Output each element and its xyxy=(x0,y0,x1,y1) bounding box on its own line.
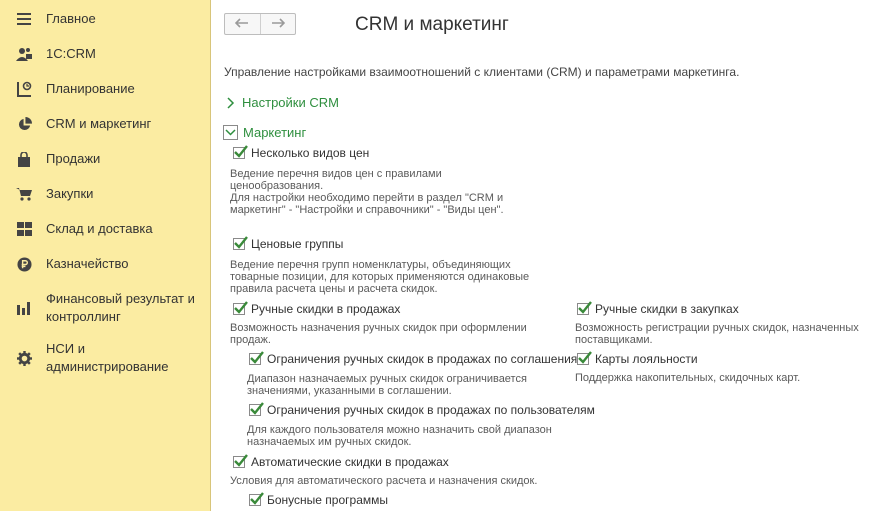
ruble-coin-icon xyxy=(16,256,32,272)
sidebar-item-sales[interactable]: Продажи xyxy=(0,150,210,168)
checkbox-checked-icon xyxy=(249,402,264,416)
gear-icon xyxy=(16,350,32,366)
checkbox-checked-icon xyxy=(249,492,264,506)
forward-button[interactable] xyxy=(259,14,296,34)
bonus-programs-checkbox[interactable]: Бонусные программы xyxy=(249,492,388,507)
checkbox-checked-icon xyxy=(577,351,592,365)
history-nav xyxy=(224,13,296,35)
arrow-right-icon xyxy=(271,17,285,31)
sidebar-item-purchases[interactable]: Закупки xyxy=(0,185,210,203)
marketing-group-label: Маркетинг xyxy=(243,125,307,140)
sidebar: Главное 1С:CRM Планирование CRM и маркет… xyxy=(0,0,211,511)
sidebar-item-label: 1С:CRM xyxy=(46,46,96,61)
sidebar-item-admin[interactable]: НСИ и администрирование xyxy=(0,340,210,376)
limit-by-users-checkbox[interactable]: Ограничения ручных скидок в продажах по … xyxy=(249,402,595,417)
main-panel: CRM и маркетинг Управление настройками в… xyxy=(211,0,871,511)
pie-chart-icon xyxy=(16,116,32,132)
crm-settings-group-label: Настройки CRM xyxy=(242,95,339,110)
planning-chart-icon xyxy=(16,81,32,97)
checkbox-checked-icon xyxy=(233,236,248,250)
manual-discounts-sales-checkbox[interactable]: Ручные скидки в продажах xyxy=(233,301,400,316)
sidebar-item-label: Склад и доставка xyxy=(46,221,153,236)
multi-price-checkbox[interactable]: Несколько видов цен xyxy=(233,145,369,160)
sidebar-item-crm-marketing[interactable]: CRM и маркетинг xyxy=(0,115,210,133)
shopping-bag-icon xyxy=(16,151,32,167)
checkbox-checked-icon xyxy=(233,454,248,468)
limit-by-agreements-checkbox[interactable]: Ограничения ручных скидок в продажах по … xyxy=(249,351,586,366)
sidebar-item-planning[interactable]: Планирование xyxy=(0,80,210,98)
sidebar-item-label: Планирование xyxy=(46,81,135,96)
sidebar-item-financial-result[interactable]: Финансовый результат и контроллинг xyxy=(0,290,210,326)
sidebar-item-main[interactable]: Главное xyxy=(0,10,210,28)
sidebar-item-warehouse[interactable]: Склад и доставка xyxy=(0,220,210,238)
crm-settings-group-toggle[interactable]: Настройки CRM xyxy=(227,95,339,110)
manual-discounts-purchases-hint: Возможность регистрации ручных скидок, н… xyxy=(575,322,859,346)
checkbox-checked-icon xyxy=(249,351,264,365)
chevron-right-icon xyxy=(227,96,235,109)
limit-by-users-hint: Для каждого пользователя можно назначить… xyxy=(247,424,552,448)
sidebar-item-label: Закупки xyxy=(46,186,94,201)
back-button[interactable] xyxy=(225,14,260,34)
page-title: CRM и маркетинг xyxy=(355,14,509,35)
price-groups-checkbox[interactable]: Ценовые группы xyxy=(233,236,343,251)
page-description: Управление настройками взаимоотношений с… xyxy=(224,65,740,79)
sidebar-item-label: Финансовый результат и контроллинг xyxy=(46,291,195,324)
arrow-left-icon xyxy=(235,17,249,31)
sidebar-item-label: CRM и маркетинг xyxy=(46,116,152,131)
price-groups-hint: Ведение перечня групп номенклатуры, объе… xyxy=(230,259,530,295)
manual-discounts-sales-hint: Возможность назначения ручных скидок при… xyxy=(230,322,527,346)
sidebar-item-label: Главное xyxy=(46,11,96,26)
sidebar-item-1c-crm[interactable]: 1С:CRM xyxy=(0,45,210,63)
hamburger-menu-icon xyxy=(16,11,32,27)
sidebar-item-label: Продажи xyxy=(46,151,101,166)
checkbox-checked-icon xyxy=(233,301,248,315)
auto-discounts-hint: Условия для автоматического расчета и на… xyxy=(230,475,538,487)
grid-warehouse-icon xyxy=(16,221,32,237)
limit-by-agreements-hint: Диапазон назначаемых ручных скидок огран… xyxy=(247,373,527,397)
shopping-cart-icon xyxy=(16,186,32,202)
checkbox-checked-icon xyxy=(233,145,248,159)
loyalty-cards-checkbox[interactable]: Карты лояльности xyxy=(577,351,698,366)
checkbox-checked-icon xyxy=(577,301,592,315)
loyalty-cards-hint: Поддержка накопительных, скидочных карт. xyxy=(575,372,801,384)
chevron-down-icon xyxy=(223,125,238,140)
bar-chart-icon xyxy=(16,300,32,316)
user-group-icon xyxy=(16,46,32,62)
marketing-group-toggle[interactable]: Маркетинг xyxy=(223,125,306,140)
multi-price-hint: Ведение перечня видов цен с правилами це… xyxy=(230,168,504,216)
auto-discounts-checkbox[interactable]: Автоматические скидки в продажах xyxy=(233,454,449,469)
sidebar-item-treasury[interactable]: Казначейство xyxy=(0,255,210,273)
sidebar-item-label: Казначейство xyxy=(46,256,129,271)
sidebar-item-label: НСИ и администрирование xyxy=(46,341,169,374)
manual-discounts-purchases-checkbox[interactable]: Ручные скидки в закупках xyxy=(577,301,739,316)
